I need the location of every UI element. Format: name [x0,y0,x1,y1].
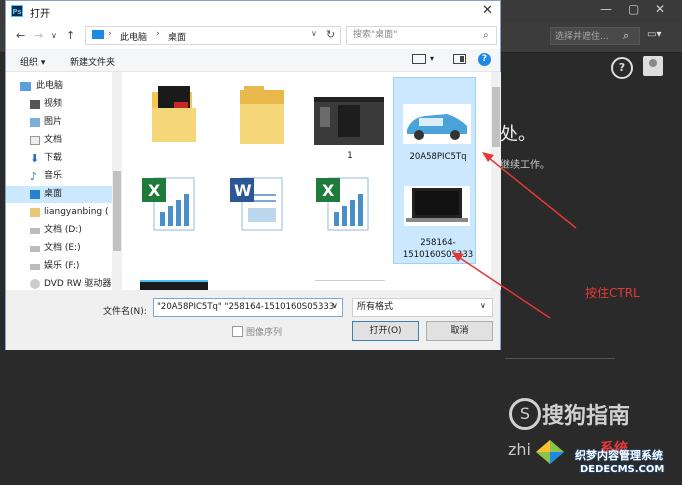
sogou-logo-icon: S [509,398,541,430]
windows-logo-icon [536,440,564,464]
watermark-sogou: 搜狗指南 [542,404,631,429]
watermark-site-cms: 织梦内容管理系统 [575,449,663,462]
watermark-site-domain: DEDECMS.COM [580,464,665,475]
watermark-zhi: zhi [508,440,531,459]
annotation-label: 按住CTRL [585,286,640,300]
